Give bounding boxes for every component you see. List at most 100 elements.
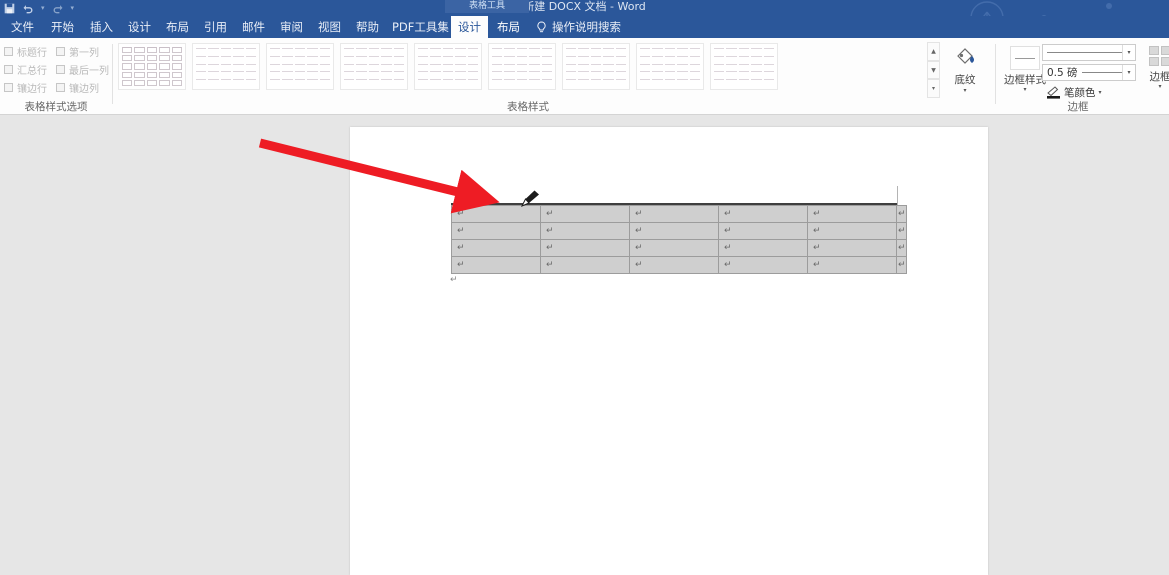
table-cell[interactable]: ↵: [451, 205, 541, 223]
table-row[interactable]: ↵ ↵ ↵ ↵ ↵ ↵: [451, 239, 907, 257]
ribbon-tab-8[interactable]: 视图: [311, 16, 348, 38]
document-area[interactable]: ↵ ↵ ↵ ↵ ↵ ↵ ↵ ↵ ↵ ↵ ↵ ↵ ↵ ↵ ↵ ↵ ↵ ↵ ↵ ↵ ↵ ↵ ↵ ↵ ↵: [0, 115, 1169, 575]
table-move-handle[interactable]: [463, 187, 474, 198]
thumbnail-cell: [640, 48, 651, 54]
gallery-more-button[interactable]: ▾: [927, 79, 940, 99]
gallery-scroll-controls[interactable]: ▲ ▼ ▾: [927, 42, 940, 99]
table-style-thumbnail-8[interactable]: [710, 43, 778, 90]
ribbon-tab-4[interactable]: 布局: [159, 16, 196, 38]
pen-color-button[interactable]: 笔颜色 ▾: [1046, 85, 1102, 100]
thumbnail-cell: [677, 48, 688, 54]
line-weight-dropdown-icon[interactable]: ▾: [1122, 65, 1135, 80]
checkbox-icon[interactable]: [56, 82, 65, 92]
table-cell[interactable]: ↵: [629, 239, 719, 257]
thumbnail-cell: [430, 55, 441, 62]
ribbon-tab-12[interactable]: 布局: [490, 16, 527, 38]
table-row[interactable]: ↵ ↵ ↵ ↵ ↵ ↵: [451, 256, 907, 274]
table-wrapper[interactable]: ↵ ↵ ↵ ↵ ↵ ↵ ↵ ↵ ↵ ↵ ↵ ↵ ↵ ↵ ↵ ↵ ↵ ↵ ↵ ↵ ↵ ↵ ↵ ↵: [451, 205, 907, 274]
thumbnail-cell: [270, 71, 281, 77]
table-cell[interactable]: ↵: [629, 222, 719, 240]
table-style-option-0[interactable]: 标题行: [4, 42, 56, 60]
table-cell[interactable]: ↵: [807, 222, 897, 240]
paragraph-mark: ↵: [546, 209, 554, 219]
table-style-thumbnail-0[interactable]: [118, 43, 186, 90]
thumbnail-row: [122, 47, 182, 54]
tell-me-search[interactable]: 操作说明搜索: [530, 16, 627, 38]
ribbon-tab-9[interactable]: 帮助: [349, 16, 386, 38]
table-cell[interactable]: ↵: [540, 256, 630, 274]
thumbnail-cell: [467, 63, 478, 70]
table-row[interactable]: ↵ ↵ ↵ ↵ ↵ ↵: [451, 222, 907, 240]
table-style-thumbnail-1[interactable]: [192, 43, 260, 90]
table-cell[interactable]: ↵: [451, 222, 541, 240]
ribbon-tab-11[interactable]: 设计: [451, 16, 488, 38]
table-style-option-5[interactable]: 镶边列: [56, 78, 114, 96]
table-style-thumbnail-4[interactable]: [414, 43, 482, 90]
table-styles-gallery[interactable]: [118, 43, 778, 90]
thumbnail-cell: [714, 71, 725, 77]
ribbon-tab-1[interactable]: 开始: [44, 16, 81, 38]
table-style-thumbnail-7[interactable]: [636, 43, 704, 90]
table-cell[interactable]: ↵: [807, 205, 897, 223]
checkbox-icon[interactable]: [56, 46, 65, 56]
line-style-combo[interactable]: ▾: [1042, 44, 1136, 61]
table-style-thumbnail-5[interactable]: [488, 43, 556, 90]
table-cell[interactable]: ↵: [718, 239, 808, 257]
thumbnail-row: [640, 55, 700, 62]
thumbnail-cell: [282, 55, 293, 62]
line-weight-combo[interactable]: 0.5 磅 ▾: [1042, 64, 1136, 81]
checkbox-icon[interactable]: [4, 64, 13, 74]
table-cell[interactable]: ↵: [540, 239, 630, 257]
document-table[interactable]: ↵ ↵ ↵ ↵ ↵ ↵ ↵ ↵ ↵ ↵ ↵ ↵ ↵ ↵ ↵ ↵ ↵ ↵ ↵ ↵ ↵ ↵ ↵ ↵: [451, 205, 907, 274]
table-style-option-3[interactable]: 最后一列: [56, 60, 114, 78]
table-row[interactable]: ↵ ↵ ↵ ↵ ↵ ↵: [451, 205, 907, 223]
ribbon-tab-6[interactable]: 邮件: [235, 16, 272, 38]
pen-color-dropdown-icon[interactable]: ▾: [1099, 89, 1102, 96]
line-style-dropdown-icon[interactable]: ▾: [1122, 45, 1135, 60]
gallery-scroll-up-button[interactable]: ▲: [927, 42, 940, 61]
shading-button[interactable]: 底纹 ▾: [944, 44, 986, 94]
table-cell[interactable]: ↵: [718, 222, 808, 240]
table-cell[interactable]: ↵: [807, 256, 897, 274]
document-page[interactable]: ↵ ↵ ↵ ↵ ↵ ↵ ↵ ↵ ↵ ↵ ↵ ↵ ↵ ↵ ↵ ↵ ↵ ↵ ↵ ↵ ↵ ↵ ↵ ↵ ↵: [350, 127, 988, 575]
table-style-thumbnail-6[interactable]: [562, 43, 630, 90]
ribbon-tab-2[interactable]: 插入: [83, 16, 120, 38]
checkbox-icon[interactable]: [56, 64, 65, 74]
thumbnail-cell: [689, 48, 700, 54]
ribbon: 标题行 第一列 汇总行 最后一列 镶边行 镶边列 表格样式选项 ▲ ▼ ▾ 表格样式 底纹…: [0, 38, 1169, 115]
table-style-option-2[interactable]: 汇总行: [4, 60, 56, 78]
table-cell[interactable]: ↵: [629, 256, 719, 274]
table-style-thumbnail-2[interactable]: [266, 43, 334, 90]
table-cell[interactable]: ↵: [629, 205, 719, 223]
table-cell[interactable]: ↵: [807, 239, 897, 257]
thumbnail-row: [566, 79, 626, 85]
table-cell[interactable]: ↵: [451, 239, 541, 257]
thumbnail-cell: [381, 48, 392, 54]
table-style-option-1[interactable]: 第一列: [56, 42, 114, 60]
shading-dropdown-icon[interactable]: ▾: [963, 88, 966, 94]
table-style-option-4[interactable]: 镶边行: [4, 78, 56, 96]
borders-dropdown-icon[interactable]: ▾: [1158, 84, 1161, 90]
paragraph-mark: ↵: [724, 243, 732, 253]
thumbnail-cell: [171, 79, 182, 86]
table-cell[interactable]: ↵: [540, 205, 630, 223]
checkbox-icon[interactable]: [4, 46, 13, 56]
borders-button[interactable]: 边框 ▾: [1140, 46, 1169, 90]
checkbox-icon[interactable]: [4, 82, 13, 92]
ribbon-tab-7[interactable]: 审阅: [273, 16, 310, 38]
ribbon-tab-10[interactable]: PDF工具集: [385, 16, 456, 38]
table-style-thumbnail-3[interactable]: [340, 43, 408, 90]
table-cell[interactable]: ↵: [451, 256, 541, 274]
border-styles-dropdown-icon[interactable]: ▾: [1023, 87, 1026, 93]
word-window: ▾ ▾ 新建 DOCX 文档 - Word 表格工具 文件 开始 插入 设计 布局 引用邮…: [0, 0, 1169, 575]
ribbon-tab-3[interactable]: 设计: [121, 16, 158, 38]
end-of-row-mark: ↵: [898, 243, 906, 253]
table-cell[interactable]: ↵: [718, 256, 808, 274]
thumbnail-cell: [677, 55, 688, 62]
ribbon-tab-5[interactable]: 引用: [197, 16, 234, 38]
table-style-options-list[interactable]: 标题行 第一列 汇总行 最后一列 镶边行 镶边列: [4, 42, 114, 96]
ribbon-tab-0[interactable]: 文件: [4, 16, 41, 38]
table-cell[interactable]: ↵: [540, 222, 630, 240]
table-cell[interactable]: ↵: [718, 205, 808, 223]
gallery-scroll-down-button[interactable]: ▼: [927, 60, 940, 80]
